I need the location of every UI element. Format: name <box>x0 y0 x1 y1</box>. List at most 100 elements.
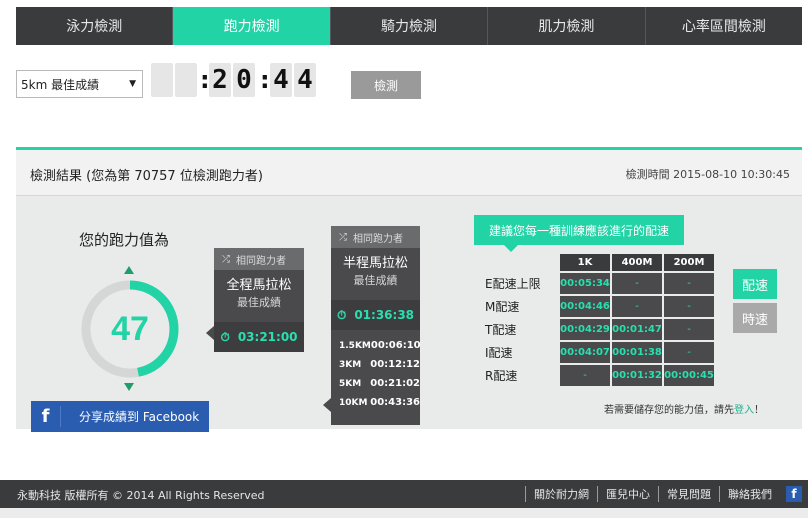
facebook-share-button[interactable]: f 分享成績到 Facebook <box>31 401 209 432</box>
save-note: 若需要儲存您的能力值，請先登入！ <box>604 401 764 416</box>
score-title: 您的跑力值為 <box>79 231 170 249</box>
result-header: 檢測結果 (您為第 70757 位檢測跑力者) 檢測時間 2015-08-10 … <box>16 150 802 196</box>
pace-toggle-button[interactable]: 配速 <box>733 269 777 299</box>
card-pointer <box>206 326 214 340</box>
card-event: 全程馬拉松 <box>226 278 292 293</box>
pace-cell: - <box>664 342 714 363</box>
card-head-label: 相同跑力者 <box>353 233 403 245</box>
time-digit-3[interactable]: 2 <box>209 63 231 97</box>
arrow-up-icon <box>124 266 134 274</box>
pace-cell: - <box>560 365 610 386</box>
event-select-value: 5km 最佳成績 <box>21 77 100 92</box>
footer-link-exchange[interactable]: 匯兒中心 <box>597 486 658 502</box>
card-sub: 最佳成績 <box>353 274 398 287</box>
pace-cell: - <box>612 296 662 317</box>
result-title: 檢測結果 (您為第 70757 位檢測跑力者) <box>30 169 263 184</box>
split-distance: 1.5KM <box>339 340 371 351</box>
pace-row: T配速 00:04:29 00:01:47 - <box>483 319 714 340</box>
pace-row: E配速上限 00:05:34 - - <box>483 273 714 294</box>
pace-header-blank <box>483 254 558 271</box>
tab-heart-rate[interactable]: 心率區間檢測 <box>646 7 802 45</box>
split-distance: 3KM <box>339 359 362 370</box>
card-head-label: 相同跑力者 <box>236 255 286 267</box>
event-select[interactable]: 5km 最佳成績 ▼ <box>16 70 143 98</box>
time-colon: : <box>260 66 270 94</box>
score-ring: 47 <box>81 280 179 378</box>
split-time: 00:21:02 <box>370 378 420 389</box>
pace-label: I配速 <box>485 346 513 360</box>
pace-cell: - <box>612 273 662 294</box>
footer-link-faq[interactable]: 常見問題 <box>658 486 719 502</box>
pace-header: 200M <box>664 254 714 271</box>
pace-row: R配速 - 00:01:32 00:00:45 <box>483 365 714 386</box>
footer-link-about[interactable]: 關於耐力網 <box>525 486 597 502</box>
test-button[interactable]: 檢測 <box>351 71 421 99</box>
time-digit-2[interactable] <box>175 63 197 97</box>
facebook-icon[interactable]: f <box>786 486 802 502</box>
pace-label: T配速 <box>485 323 517 337</box>
pace-cell: 00:01:38 <box>612 342 662 363</box>
speed-toggle-button[interactable]: 時速 <box>733 303 777 333</box>
pace-label: M配速 <box>485 300 520 314</box>
test-time: 檢測時間 2015-08-10 10:30:45 <box>625 168 790 181</box>
pace-row: I配速 00:04:07 00:01:38 - <box>483 342 714 363</box>
pace-cell: - <box>664 319 714 340</box>
pace-cell: 00:01:47 <box>612 319 662 340</box>
save-note-end: ！ <box>754 405 764 416</box>
split-time: 00:43:36 <box>370 397 420 408</box>
split-row: 1.5KM 00:06:10 <box>339 336 421 355</box>
pace-cell: 00:04:46 <box>560 296 610 317</box>
time-digit-4[interactable]: 0 <box>233 63 255 97</box>
facebook-icon: f <box>31 406 61 427</box>
split-row: 5KM 00:21:02 <box>339 374 420 393</box>
half-marathon-card: ⤮ 相同跑力者 半程馬拉松 最佳成績 ⏱ 01:36:38 1.5KM 00:0… <box>323 226 421 425</box>
pace-cell: 00:01:32 <box>612 365 662 386</box>
arrow-down-icon <box>124 383 134 391</box>
footer: 永動科技 版權所有 © 2014 All Rights Reserved 關於耐… <box>0 480 808 508</box>
test-tabs: 泳力檢測 跑力檢測 騎力檢測 肌力檢測 心率區間檢測 <box>16 7 802 45</box>
pace-cell: 00:05:34 <box>560 273 610 294</box>
split-row: 3KM 00:12:12 <box>339 355 420 374</box>
time-digit-1[interactable] <box>151 63 173 97</box>
card-event: 半程馬拉松 <box>342 256 408 271</box>
card-head: ⤮ 相同跑力者 <box>214 248 304 270</box>
pace-row: M配速 00:04:46 - - <box>483 296 714 317</box>
tab-muscle[interactable]: 肌力檢測 <box>488 7 646 45</box>
pace-label: E配速上限 <box>485 277 541 291</box>
card-time-value: 01:36:38 <box>354 308 415 322</box>
save-note-text: 若需要儲存您的能力值，請先 <box>604 405 734 416</box>
split-distance: 10KM <box>339 397 368 408</box>
login-link[interactable]: 登入 <box>734 405 754 416</box>
pace-cell: 00:04:07 <box>560 342 610 363</box>
copyright: 永動科技 版權所有 © 2014 All Rights Reserved <box>17 489 265 502</box>
split-row: 10KM 00:43:36 <box>339 393 420 412</box>
pace-table: 1K 400M 200M E配速上限 00:05:34 - - M配速 00:0… <box>481 252 716 388</box>
split-list: 1.5KM 00:06:10 3KM 00:12:12 5KM 00:21:02… <box>331 330 421 412</box>
pace-cell: 00:04:29 <box>560 319 610 340</box>
pace-cell: - <box>664 273 714 294</box>
pace-header: 400M <box>612 254 662 271</box>
time-digit-5[interactable]: 4 <box>270 63 292 97</box>
score-value: 47 <box>111 310 149 348</box>
card-sub: 最佳成績 <box>237 296 281 309</box>
shuffle-icon: ⤮ <box>339 231 347 243</box>
footer-link-contact[interactable]: 聯絡我們 <box>719 486 780 502</box>
card-head: ⤮ 相同跑力者 <box>331 226 420 248</box>
time-digit-6[interactable]: 4 <box>294 63 316 97</box>
tab-bike[interactable]: 騎力檢測 <box>331 7 489 45</box>
full-marathon-card: ⤮ 相同跑力者 全程馬拉松 最佳成績 ⏱ 03:21:00 <box>206 248 304 352</box>
card-time: ⏱ 03:21:00 <box>214 322 304 352</box>
pace-label: R配速 <box>485 369 518 383</box>
card-time: ⏱ 01:36:38 <box>331 300 420 330</box>
footer-links: 關於耐力網 匯兒中心 常見問題 聯絡我們 f <box>525 486 802 502</box>
pace-header: 1K <box>560 254 610 271</box>
card-pointer <box>323 398 331 412</box>
tab-swim[interactable]: 泳力檢測 <box>16 7 174 45</box>
pace-title: 建議您每一種訓練應該進行的配速 <box>474 215 684 252</box>
stopwatch-icon: ⏱ <box>220 329 230 344</box>
tab-run[interactable]: 跑力檢測 <box>173 7 331 45</box>
facebook-share-label: 分享成績到 Facebook <box>79 410 200 424</box>
pace-cell: - <box>664 296 714 317</box>
stopwatch-icon: ⏱ <box>336 307 347 322</box>
split-time: 00:12:12 <box>370 359 420 370</box>
